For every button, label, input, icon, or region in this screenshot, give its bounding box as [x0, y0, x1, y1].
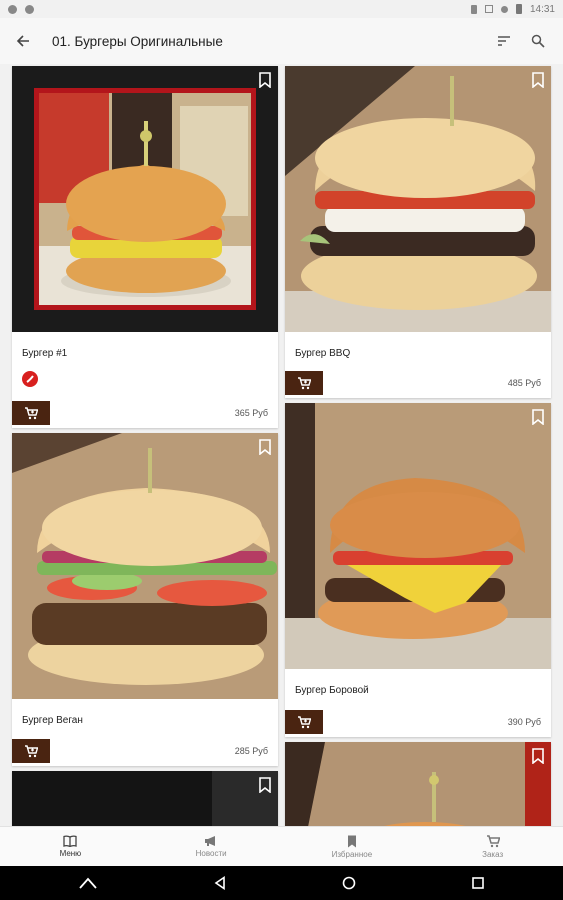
product-photo[interactable] [12, 433, 278, 699]
product-photo[interactable] [12, 66, 278, 332]
burger-image [12, 66, 278, 332]
app-notification-icon [25, 4, 34, 14]
bluetooth-icon [470, 4, 477, 14]
burger-image [285, 403, 551, 669]
add-to-cart-button[interactable] [12, 401, 50, 425]
burger-image [12, 433, 278, 699]
nav-recents-icon[interactable] [471, 876, 485, 890]
cart-plus-icon [298, 376, 311, 389]
tab-order[interactable]: Заказ [422, 827, 563, 866]
product-price: 485 Руб [507, 378, 541, 388]
bookmark-icon[interactable] [258, 777, 272, 793]
product-photo[interactable] [285, 66, 551, 332]
back-button[interactable] [0, 18, 46, 64]
product-card[interactable] [285, 742, 551, 826]
tab-menu[interactable]: Меню [0, 827, 141, 866]
tab-label: Меню [59, 849, 82, 858]
burger-image [12, 771, 278, 826]
cart-icon [486, 834, 500, 847]
signal-icon [484, 5, 493, 13]
product-name: Бургер Веган [22, 715, 83, 726]
nav-back-icon[interactable] [213, 876, 227, 890]
bookmark-icon[interactable] [258, 72, 272, 88]
book-icon [63, 835, 78, 847]
product-name: Бургер BBQ [295, 348, 351, 359]
add-to-cart-button[interactable] [12, 739, 50, 763]
bottom-tab-bar: Меню Новости Избранное Заказ [0, 826, 563, 866]
sort-icon [498, 36, 510, 46]
cart-plus-icon [25, 406, 38, 419]
tab-news[interactable]: Новости [141, 827, 282, 866]
product-price: 390 Руб [507, 717, 541, 727]
status-bar: 14:31 [0, 0, 563, 18]
spicy-badge-icon [22, 371, 38, 387]
product-photo[interactable] [285, 403, 551, 669]
search-button[interactable] [521, 18, 555, 64]
product-card[interactable]: Бургер BBQ 485 Руб [285, 66, 551, 398]
bookmark-icon[interactable] [258, 439, 272, 455]
product-name: Бургер #1 [22, 348, 68, 359]
product-card[interactable]: Бургер #1 365 Руб [12, 66, 278, 428]
status-time: 14:31 [529, 3, 555, 15]
add-to-cart-button[interactable] [285, 710, 323, 734]
sort-button[interactable] [487, 18, 521, 64]
product-card[interactable]: Бургер Веган 285 Руб [12, 433, 278, 766]
product-price: 365 Руб [234, 408, 268, 418]
product-price: 285 Руб [234, 746, 268, 756]
product-photo[interactable] [12, 771, 278, 826]
tab-label: Избранное [331, 849, 373, 859]
nav-home-icon[interactable] [342, 876, 356, 890]
no-sim-icon [500, 5, 508, 13]
page-title: 01. Бургеры Оригинальные [52, 33, 223, 49]
product-card[interactable]: Бургер Боровой 390 Руб [285, 403, 551, 737]
bookmark-icon[interactable] [531, 748, 545, 764]
megaphone-icon [205, 836, 216, 846]
cart-plus-icon [298, 715, 311, 728]
bookmark-icon[interactable] [531, 72, 545, 88]
tab-label: Заказ [482, 849, 504, 859]
product-name: Бургер Боровой [295, 685, 369, 696]
arrow-back-icon [16, 35, 29, 47]
usb-icon [8, 4, 17, 14]
bookmark-icon[interactable] [531, 409, 545, 425]
search-icon [531, 34, 545, 48]
cart-plus-icon [25, 744, 38, 757]
tab-label: Новости [195, 849, 227, 858]
keyboard-hide-icon[interactable] [78, 877, 98, 889]
bookmark-icon [347, 835, 356, 847]
product-card[interactable] [12, 771, 278, 826]
burger-image [285, 66, 551, 332]
system-nav-bar [0, 866, 563, 900]
add-to-cart-button[interactable] [285, 371, 323, 395]
tab-favorites[interactable]: Избранное [282, 827, 423, 866]
top-toolbar: 01. Бургеры Оригинальные [0, 18, 563, 64]
burger-image [285, 742, 551, 826]
battery-icon [515, 4, 522, 14]
product-photo[interactable] [285, 742, 551, 826]
product-grid: Бургер #1 365 Руб Бургер BBQ 485 Руб Бур… [0, 64, 563, 826]
